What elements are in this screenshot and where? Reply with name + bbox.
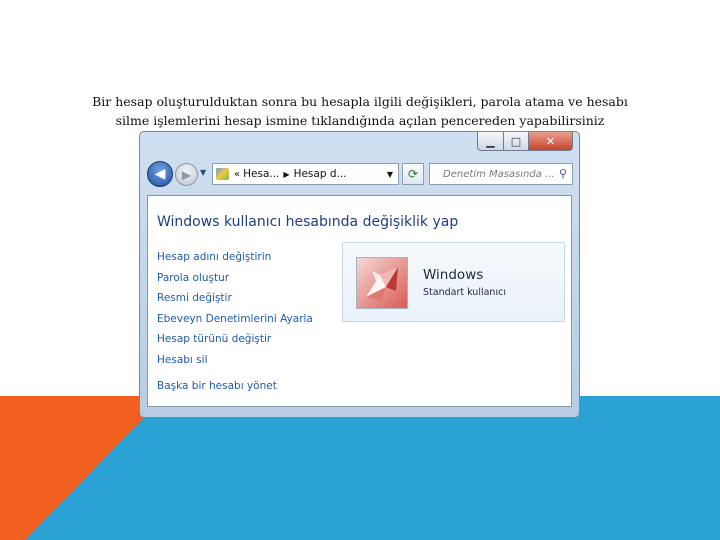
link-parental-controls[interactable]: Ebeveyn Denetimlerini Ayarla [157,309,313,330]
search-input[interactable]: Denetim Masasında ... ⚲ [429,163,573,185]
address-dropdown-icon[interactable]: ▼ [387,170,393,179]
breadcrumb-arrow-icon[interactable]: ▶ [283,170,289,179]
caption-line-2: silme işlemlerini hesap ismine tıklandığ… [115,113,605,128]
link-create-password[interactable]: Parola oluştur [157,268,313,289]
search-placeholder: Denetim Masasında ... [443,168,555,180]
breadcrumb-overflow[interactable]: « [234,169,240,180]
recent-pages-dropdown-icon[interactable]: ▼ [200,168,206,177]
maximize-button[interactable]: □ [503,132,529,151]
page-title: Windows kullanıcı hesabında değişiklik y… [157,214,459,230]
close-button[interactable]: ✕ [528,132,573,151]
account-card: Windows Standart kullanıcı [342,242,565,322]
minimize-button[interactable]: ▁ [477,132,504,151]
address-bar[interactable]: « Hesa... ▶ Hesap d... ▼ [212,163,399,185]
task-links: Hesap adını değiştirin Parola oluştur Re… [157,247,313,397]
link-change-account-name[interactable]: Hesap adını değiştirin [157,247,313,268]
forward-arrow-icon[interactable]: ▶ [175,163,198,186]
breadcrumb-item-2[interactable]: Hesap d... [294,168,347,180]
search-icon[interactable]: ⚲ [559,167,567,180]
breadcrumb-item-1[interactable]: Hesa... [243,168,279,180]
origami-crane-icon [356,257,408,309]
control-panel-icon [216,168,229,180]
link-change-account-type[interactable]: Hesap türünü değiştir [157,329,313,350]
caption-line-1: Bir hesap oluşturulduktan sonra bu hesap… [92,94,628,109]
account-name: Windows [423,267,484,283]
account-type: Standart kullanıcı [423,287,506,298]
refresh-icon[interactable]: ⟳ [402,163,424,185]
slide-caption: Bir hesap oluşturulduktan sonra bu hesap… [40,92,680,130]
origami-crane-graphic [366,267,398,301]
navigation-bar: ◀ ▶ ▼ « Hesa... ▶ Hesap d... ▼ ⟳ Denetim… [140,154,579,194]
link-change-picture[interactable]: Resmi değiştir [157,288,313,309]
link-manage-another-account[interactable]: Başka bir hesabı yönet [157,376,313,397]
user-account-window: ▁ □ ✕ ◀ ▶ ▼ « Hesa... ▶ Hesap d... ▼ ⟳ D… [139,131,580,418]
content-pane: Windows kullanıcı hesabında değişiklik y… [147,195,572,407]
link-delete-account[interactable]: Hesabı sil [157,350,313,371]
back-arrow-icon[interactable]: ◀ [147,161,173,187]
